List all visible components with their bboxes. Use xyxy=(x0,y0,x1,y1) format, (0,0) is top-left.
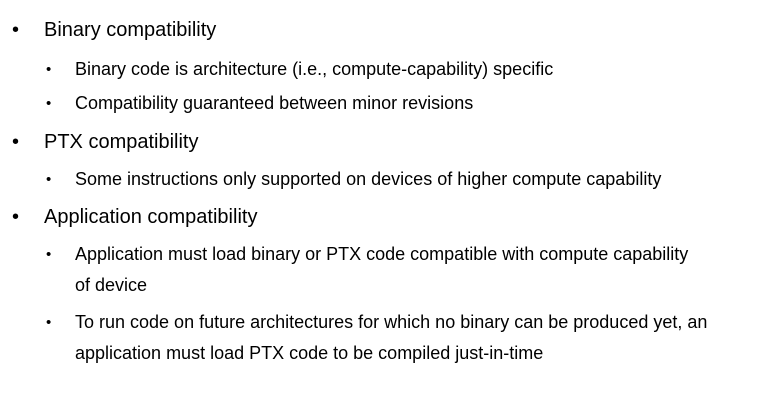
sub-bullet-text: Compatibility guaranteed between minor r… xyxy=(75,93,474,113)
bullet-text: Application compatibility xyxy=(44,206,258,228)
sub-bullet-dot: • xyxy=(46,246,52,263)
sub-bullet-text: Application must load binary or PTX code… xyxy=(75,244,689,295)
sub-bullet-dot: • xyxy=(46,61,52,78)
bullet-text: Binary compatibility xyxy=(44,19,217,41)
slide: • Binary compatibility • Binary code is … xyxy=(0,0,758,409)
bullet-dot: • xyxy=(12,206,20,228)
sub-bullet-dot: • xyxy=(46,95,52,112)
bullet-dot: • xyxy=(12,131,20,153)
sub-bullet-dot: • xyxy=(46,314,52,331)
sub-bullet-text: Some instructions only supported on devi… xyxy=(75,169,662,189)
sub-bullet-dot: • xyxy=(46,171,52,188)
bullet-dot: • xyxy=(12,19,20,41)
sub-bullet-text: To run code on future architectures for … xyxy=(75,312,708,363)
bullet-text: PTX compatibility xyxy=(44,131,199,153)
sub-bullet-text: Binary code is architecture (i.e., compu… xyxy=(75,59,554,79)
